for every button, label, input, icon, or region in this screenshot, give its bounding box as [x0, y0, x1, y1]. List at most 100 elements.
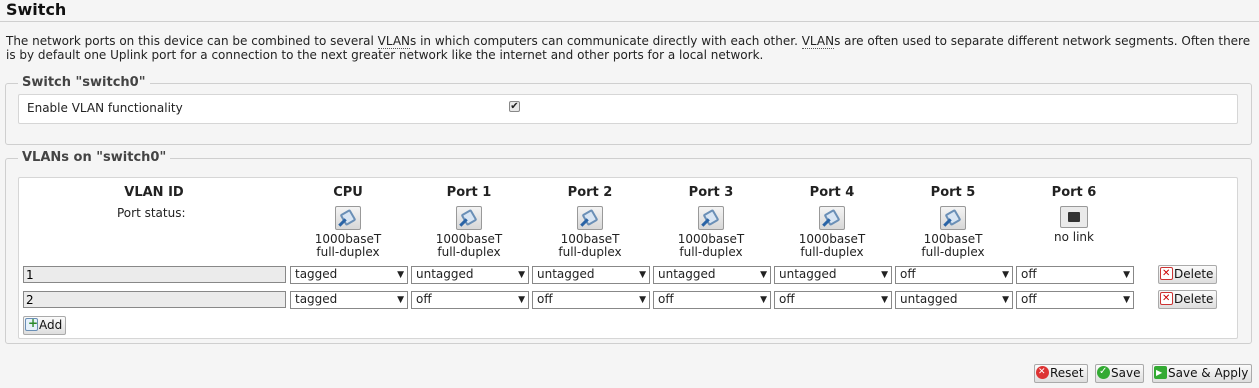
switch-section: Switch "switch0" Enable VLAN functionali…: [5, 75, 1252, 145]
ethernet-link-icon: [577, 206, 603, 230]
port-status-port-5: 100baseT full-duplex: [898, 206, 1008, 259]
save-apply-button[interactable]: Save & Apply: [1152, 364, 1253, 383]
chevron-down-icon: ▼: [1002, 270, 1009, 280]
vlan-table: VLAN ID CPU Port 1 Port 2 Port 3 Port 4 …: [18, 177, 1238, 339]
chevron-down-icon: ▼: [881, 295, 888, 305]
vlans-section: VLANs on "switch0" VLAN ID CPU Port 1 Po…: [5, 150, 1252, 344]
select-value: off: [658, 292, 674, 306]
header-port-1: Port 1: [446, 185, 492, 200]
title-divider: [0, 21, 1259, 22]
enable-vlan-checkbox[interactable]: ✔: [509, 101, 520, 112]
port-speed: no link: [1054, 230, 1094, 244]
page-description: The network ports on this device can be …: [6, 34, 1251, 62]
add-label: Add: [39, 318, 63, 332]
chevron-down-icon: ▼: [1123, 270, 1130, 280]
apply-icon: [1154, 365, 1167, 381]
port-duplex: full-duplex: [558, 245, 622, 259]
vlan-id-input[interactable]: [23, 266, 286, 283]
port-duplex: full-duplex: [921, 245, 985, 259]
chevron-down-icon: ▼: [397, 295, 404, 305]
header-port-3: Port 3: [688, 185, 734, 200]
port-status-port-4: 1000baseT full-duplex: [777, 206, 887, 259]
port-6-select[interactable]: off ▼: [1016, 291, 1134, 309]
port-status-port-6: no link: [1019, 206, 1129, 244]
vlan-row: tagged ▼ off ▼ off ▼ off ▼ off ▼ untagged ▼ of…: [23, 290, 1233, 309]
select-value: off: [1021, 267, 1037, 281]
port-2-select[interactable]: untagged ▼: [532, 266, 650, 284]
cpu-select[interactable]: tagged ▼: [290, 266, 408, 284]
vlans-section-legend: VLANs on "switch0": [18, 150, 171, 165]
chevron-down-icon: ▼: [760, 270, 767, 280]
chevron-down-icon: ▼: [397, 270, 404, 280]
chevron-down-icon: ▼: [639, 295, 646, 305]
delete-button[interactable]: Delete: [1158, 265, 1218, 284]
vlan-id-input[interactable]: [23, 291, 286, 308]
select-value: off: [537, 292, 553, 306]
save-apply-label: Save & Apply: [1168, 366, 1249, 380]
chevron-down-icon: ▼: [881, 270, 888, 280]
port-duplex: full-duplex: [316, 245, 380, 259]
header-cpu: CPU: [333, 185, 363, 200]
port-status-port-3: 1000baseT full-duplex: [656, 206, 766, 259]
port-status-label: Port status:: [117, 206, 186, 220]
cpu-select[interactable]: tagged ▼: [290, 291, 408, 309]
port-1-select[interactable]: off ▼: [411, 291, 529, 309]
select-value: untagged: [537, 267, 595, 281]
ethernet-nolink-icon: [1060, 206, 1088, 228]
delete-label: Delete: [1174, 267, 1214, 281]
save-button[interactable]: Save: [1095, 364, 1145, 383]
port-4-select[interactable]: untagged ▼: [774, 266, 892, 284]
port-duplex: full-duplex: [800, 245, 864, 259]
save-icon: [1097, 364, 1110, 380]
ethernet-link-icon: [335, 206, 361, 230]
port-6-select[interactable]: off ▼: [1016, 266, 1134, 284]
reset-button[interactable]: Reset: [1034, 364, 1088, 383]
select-value: tagged: [295, 292, 338, 306]
port-5-select[interactable]: off ▼: [895, 266, 1013, 284]
chevron-down-icon: ▼: [1002, 295, 1009, 305]
description-text: The network ports on this device can be …: [6, 34, 378, 48]
select-value: untagged: [416, 267, 474, 281]
vlan-row: tagged ▼ untagged ▼ untagged ▼ untagged ▼ un…: [23, 265, 1233, 284]
reset-icon: [1036, 364, 1049, 380]
port-status-port-2: 100baseT full-duplex: [535, 206, 645, 259]
reset-label: Reset: [1050, 366, 1084, 380]
port-3-select[interactable]: untagged ▼: [653, 266, 771, 284]
save-label: Save: [1111, 366, 1141, 380]
port-1-select[interactable]: untagged ▼: [411, 266, 529, 284]
delete-icon: [1160, 291, 1173, 307]
header-port-5: Port 5: [930, 185, 976, 200]
description-text: s in which computers can communicate dir…: [410, 34, 802, 48]
ethernet-link-icon: [940, 206, 966, 230]
enable-vlan-row: Enable VLAN functionality ✔: [18, 94, 1238, 124]
delete-button[interactable]: Delete: [1158, 290, 1218, 309]
delete-icon: [1160, 266, 1173, 282]
switch-section-legend: Switch "switch0": [18, 75, 150, 90]
select-value: off: [779, 292, 795, 306]
select-value: tagged: [295, 267, 338, 281]
port-3-select[interactable]: off ▼: [653, 291, 771, 309]
port-2-select[interactable]: off ▼: [532, 291, 650, 309]
port-4-select[interactable]: off ▼: [774, 291, 892, 309]
delete-label: Delete: [1174, 292, 1214, 306]
select-value: off: [900, 267, 916, 281]
select-value: off: [416, 292, 432, 306]
select-value: untagged: [779, 267, 837, 281]
add-vlan-button[interactable]: Add: [23, 315, 67, 335]
select-value: untagged: [900, 292, 958, 306]
port-status-port-1: 1000baseT full-duplex: [414, 206, 524, 259]
port-duplex: full-duplex: [679, 245, 743, 259]
chevron-down-icon: ▼: [639, 270, 646, 280]
port-duplex: full-duplex: [437, 245, 501, 259]
port-5-select[interactable]: untagged ▼: [895, 291, 1013, 309]
select-value: untagged: [658, 267, 716, 281]
vlan-abbreviation: VLAN: [377, 34, 411, 49]
header-vlan-id: VLAN ID: [124, 185, 184, 200]
ethernet-link-icon: [456, 206, 482, 230]
vlan-abbreviation: VLAN: [801, 34, 835, 49]
port-status-cpu: 1000baseT full-duplex: [293, 206, 403, 259]
add-icon: [25, 315, 38, 331]
header-port-4: Port 4: [809, 185, 855, 200]
header-port-2: Port 2: [567, 185, 613, 200]
chevron-down-icon: ▼: [518, 295, 525, 305]
